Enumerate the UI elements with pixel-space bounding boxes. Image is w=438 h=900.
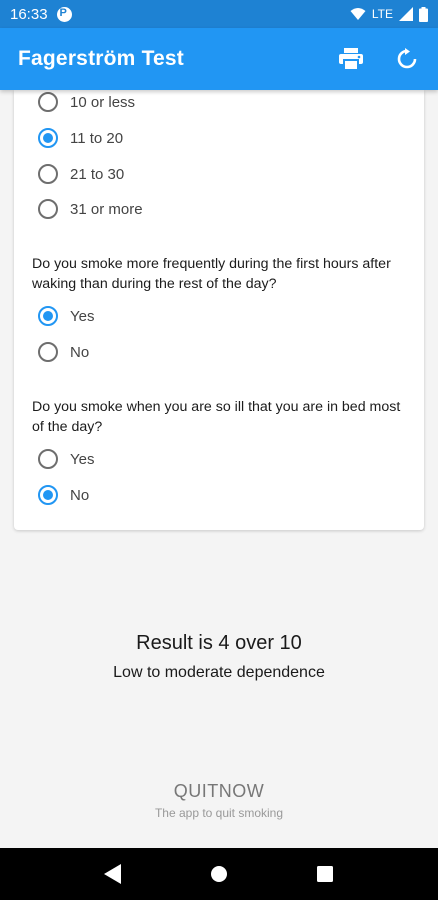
- status-time: 16:33: [10, 5, 48, 23]
- option-yes[interactable]: Yes: [38, 444, 94, 474]
- option-31-or-more[interactable]: 31 or more: [38, 194, 143, 224]
- back-icon: [104, 864, 121, 884]
- option-10-or-less[interactable]: 10 or less: [38, 87, 135, 117]
- option-no[interactable]: No: [38, 337, 89, 367]
- radio-button-checked[interactable]: [38, 306, 58, 326]
- radio-button[interactable]: [38, 92, 58, 112]
- option-yes[interactable]: Yes: [38, 301, 94, 331]
- option-label: No: [70, 486, 90, 504]
- app-bar: Fagerström Test: [0, 28, 438, 90]
- option-21-to-30[interactable]: 21 to 30: [38, 159, 124, 189]
- signal-icon: [399, 7, 413, 21]
- option-label: Yes: [70, 307, 95, 325]
- refresh-icon: [397, 48, 417, 69]
- status-bar: 16:33 LTE: [0, 0, 438, 28]
- result-score: Result is 4 over 10: [136, 632, 302, 654]
- radio-button-checked[interactable]: [38, 128, 58, 148]
- home-icon: [211, 866, 227, 882]
- option-no[interactable]: No: [38, 480, 89, 510]
- radio-button[interactable]: [38, 199, 58, 219]
- system-nav-bar: [0, 848, 438, 900]
- option-11-to-20[interactable]: 11 to 20: [38, 123, 123, 153]
- home-button[interactable]: [199, 854, 239, 894]
- question-first-hours: Do you smoke more frequently during the …: [32, 256, 391, 292]
- option-label: 11 to 20: [70, 129, 124, 147]
- radio-button[interactable]: [38, 164, 58, 184]
- app-bar-actions: [338, 46, 420, 72]
- print-button[interactable]: [338, 46, 364, 72]
- option-label: 21 to 30: [70, 165, 125, 183]
- brand-logo-bold: QUIT: [173, 781, 219, 801]
- brand-logo: QUITNOW: [0, 781, 438, 802]
- option-label: 31 or more: [70, 200, 143, 218]
- recents-icon: [317, 866, 333, 882]
- result-dependence-level: Low to moderate dependence: [113, 664, 325, 681]
- status-icons: LTE: [350, 6, 428, 22]
- reset-button[interactable]: [394, 46, 420, 72]
- questions-card: 10 or less 11 to 20 21 to 30 31 or more …: [14, 90, 424, 530]
- network-type: LTE: [371, 7, 393, 21]
- radio-button-checked[interactable]: [38, 485, 58, 505]
- back-button[interactable]: [93, 854, 133, 894]
- option-label: 10 or less: [70, 93, 136, 111]
- option-label: Yes: [70, 450, 95, 468]
- brand-logo-light: NOW: [218, 781, 265, 801]
- brand-tagline: The app to quit smoking: [154, 806, 284, 820]
- page-title: Fagerström Test: [18, 47, 184, 70]
- radio-button[interactable]: [38, 449, 58, 469]
- notification-app-icon: [56, 6, 72, 22]
- wifi-icon: [350, 8, 366, 20]
- radio-button[interactable]: [38, 342, 58, 362]
- battery-icon: [419, 6, 428, 22]
- print-icon: [339, 48, 363, 70]
- question-ill-in-bed: Do you smoke when you are so ill that yo…: [32, 399, 401, 435]
- option-label: No: [70, 343, 90, 361]
- recents-button[interactable]: [305, 854, 345, 894]
